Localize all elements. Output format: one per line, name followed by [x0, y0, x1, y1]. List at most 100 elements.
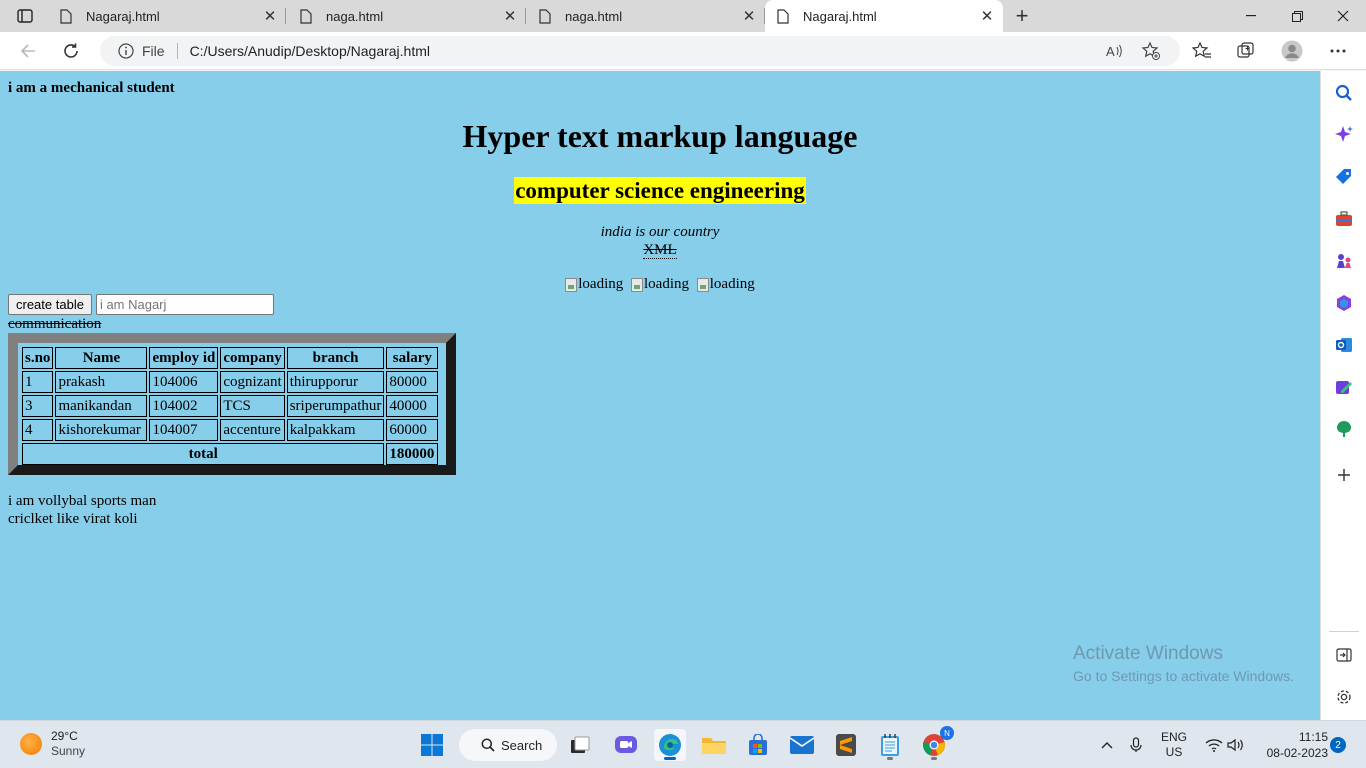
sidebar-games[interactable] [1330, 247, 1358, 275]
plus-icon [1338, 469, 1350, 481]
network-volume-button[interactable] [1200, 721, 1250, 768]
address-url[interactable]: C:/Users/Anudip/Desktop/Nagaraj.html [190, 43, 430, 59]
image-alt-text: loading [709, 276, 755, 292]
sidebar-office[interactable] [1330, 289, 1358, 317]
sidebar-outlook[interactable] [1330, 331, 1358, 359]
sidebar-drop[interactable] [1330, 415, 1358, 443]
table-cell: 80000 [386, 371, 439, 393]
gear-icon [1337, 690, 1351, 704]
browser-tab[interactable]: naga.html ✕ [288, 0, 526, 32]
create-table-button[interactable]: create table [8, 294, 92, 315]
activation-watermark-title: Activate Windows [1073, 643, 1223, 664]
back-button[interactable] [13, 37, 43, 65]
running-app-indicator [887, 757, 893, 760]
notification-badge[interactable]: 2 [1330, 737, 1346, 753]
folder-icon [702, 738, 726, 754]
edge-taskbar-app[interactable] [654, 729, 686, 761]
browser-tab-active[interactable]: Nagaraj.html ✕ [765, 0, 1003, 32]
clock-time: 11:15 [1298, 730, 1328, 744]
broken-image-icon [696, 277, 709, 292]
table-cell: prakash [55, 371, 148, 393]
browser-tab[interactable]: Nagaraj.html ✕ [48, 0, 286, 32]
table-cell: 3 [22, 395, 54, 417]
mail-app[interactable] [786, 729, 818, 761]
collections-icon [1237, 42, 1254, 58]
edge-icon [659, 734, 681, 756]
form-row: create table i am Nagarj [8, 294, 274, 315]
country-text: india is our country [600, 224, 720, 240]
table-header-row: s.no Name employ id company branch salar… [22, 347, 439, 369]
favorites-button[interactable] [1187, 37, 1217, 65]
weather-widget[interactable]: 29°C Sunny [20, 729, 85, 759]
table-total-row: total 180000 [22, 443, 439, 465]
new-tab-button[interactable]: + [1008, 3, 1036, 28]
toolbox-icon [1336, 211, 1352, 226]
sidebar-copilot[interactable] [1330, 121, 1358, 149]
sidebar-shopping[interactable] [1330, 163, 1358, 191]
activation-watermark-subtitle: Go to Settings to activate Windows. [1073, 668, 1294, 684]
notepad-icon [881, 734, 899, 756]
show-hidden-icons-button[interactable] [1096, 721, 1118, 768]
close-tab-icon[interactable]: ✕ [258, 4, 282, 28]
file-icon [777, 8, 793, 24]
wifi-icon [1205, 739, 1223, 752]
taskbar-search[interactable]: Search [459, 729, 557, 761]
web-page: i am a mechanical student Hyper text mar… [0, 71, 1320, 720]
language-indicator[interactable]: ENG US [1156, 721, 1192, 768]
sidebar-search[interactable] [1330, 79, 1358, 107]
microphone-button[interactable] [1126, 721, 1146, 768]
add-favorite-icon[interactable] [1139, 39, 1163, 63]
table-row: 4 kishorekumar 104007 accenture kalpakka… [22, 419, 439, 441]
chrome-app[interactable]: N [918, 726, 954, 761]
table-cell: 104006 [149, 371, 219, 393]
address-separator [176, 43, 178, 59]
store-app[interactable] [742, 729, 774, 761]
sidebar-tools[interactable] [1330, 205, 1358, 233]
address-scheme-label: File [142, 43, 165, 59]
table-cell: 104007 [149, 419, 219, 441]
sidebar-designer[interactable] [1330, 373, 1358, 401]
close-window-button[interactable] [1320, 0, 1366, 32]
collections-button[interactable] [1231, 37, 1261, 65]
table-cell: manikandan [55, 395, 148, 417]
image-alt-text: loading [644, 276, 689, 292]
address-bar[interactable]: File C:/Users/Anudip/Desktop/Nagaraj.htm… [100, 36, 1180, 66]
tab-actions-button[interactable] [8, 4, 42, 28]
profile-button[interactable] [1277, 37, 1307, 65]
sublime-text-app[interactable] [830, 729, 862, 761]
refresh-button[interactable] [56, 37, 86, 65]
sparkle-icon [1335, 126, 1353, 142]
table-row: 3 manikandan 104002 TCS sriperumpathur 4… [22, 395, 439, 417]
close-tab-icon[interactable]: ✕ [737, 4, 761, 28]
tab-actions-icon [17, 9, 33, 23]
back-arrow-icon [20, 44, 35, 58]
sun-icon [20, 733, 42, 755]
tab-title: naga.html [326, 8, 384, 24]
read-aloud-icon[interactable]: A [1103, 39, 1127, 63]
minimize-button[interactable] [1228, 0, 1274, 32]
broken-image: loading [565, 276, 623, 293]
sidebar-add-button[interactable] [1330, 461, 1358, 489]
highlighted-subheading: computer science engineering [514, 177, 806, 204]
table-header-cell: salary [386, 347, 439, 369]
notepad-app[interactable] [874, 729, 906, 761]
restore-button[interactable] [1274, 0, 1320, 32]
browser-tab[interactable]: naga.html ✕ [527, 0, 765, 32]
table-cell: 104002 [149, 395, 219, 417]
sidebar-settings-button[interactable] [1330, 683, 1358, 711]
table-cell: TCS [220, 395, 285, 417]
table-header-cell: Name [55, 347, 148, 369]
info-icon[interactable] [118, 43, 134, 59]
teams-chat-button[interactable] [610, 729, 642, 761]
total-value: 180000 [386, 443, 439, 465]
close-tab-icon[interactable]: ✕ [498, 4, 522, 28]
sidebar-hide-button[interactable] [1330, 641, 1358, 669]
close-tab-icon[interactable]: ✕ [975, 4, 999, 28]
start-button[interactable] [416, 729, 448, 761]
settings-menu-button[interactable] [1323, 37, 1353, 65]
task-view-button[interactable] [564, 729, 596, 761]
file-explorer-app[interactable] [698, 729, 730, 761]
name-input[interactable]: i am Nagarj [95, 294, 274, 315]
clock[interactable]: 11:15 08-02-2023 [1256, 729, 1328, 761]
minimize-icon [1246, 15, 1256, 17]
